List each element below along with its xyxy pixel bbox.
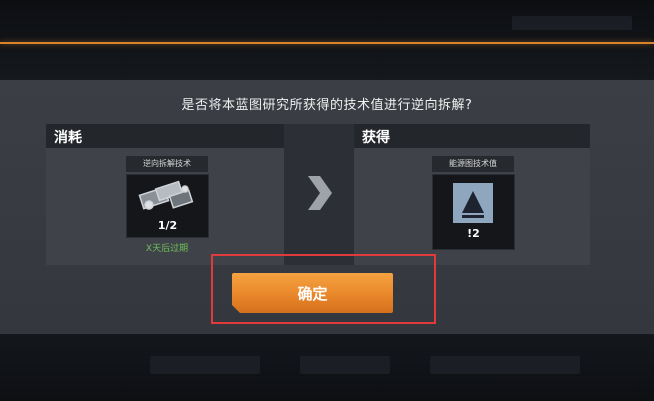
arrow-strip — [284, 124, 354, 265]
consume-panel: 消耗 逆向拆解技术 1/2 X天后过期 — [46, 124, 284, 265]
consume-title: 消耗 — [54, 130, 82, 146]
top-background — [0, 0, 654, 80]
gain-panel-body: 能源图技术值 !2 — [354, 148, 590, 265]
gain-item-slot[interactable]: !2 — [432, 174, 515, 250]
consume-expire-note: X天后过期 — [145, 244, 189, 254]
chevron-right-icon — [308, 176, 332, 210]
blueprint-parts-icon — [138, 180, 194, 210]
gain-item-label: 能源图技术值 — [432, 156, 514, 172]
faded-header-bar — [512, 16, 632, 30]
gain-title: 获得 — [362, 130, 390, 146]
bottom-faded-block — [300, 356, 390, 374]
consume-panel-body: 逆向拆解技术 1/2 X天后过期 — [46, 148, 284, 265]
tech-value-triangle-icon — [453, 183, 493, 223]
bottom-faded-block — [430, 356, 580, 374]
gain-panel: 获得 能源图技术值 !2 — [354, 124, 590, 265]
consume-item-label: 逆向拆解技术 — [126, 156, 208, 172]
bottom-background — [0, 334, 654, 401]
gain-item-count: !2 — [467, 227, 480, 240]
bottom-faded-block — [150, 356, 260, 374]
orange-divider-line — [0, 42, 654, 44]
dialog-question: 是否将本蓝图研究所获得的技术值进行逆向拆解? — [181, 98, 473, 113]
confirm-button[interactable]: 确定 — [232, 273, 393, 313]
consume-item-slot[interactable]: 1/2 — [126, 174, 209, 238]
consume-item-count: 1/2 — [157, 219, 178, 232]
